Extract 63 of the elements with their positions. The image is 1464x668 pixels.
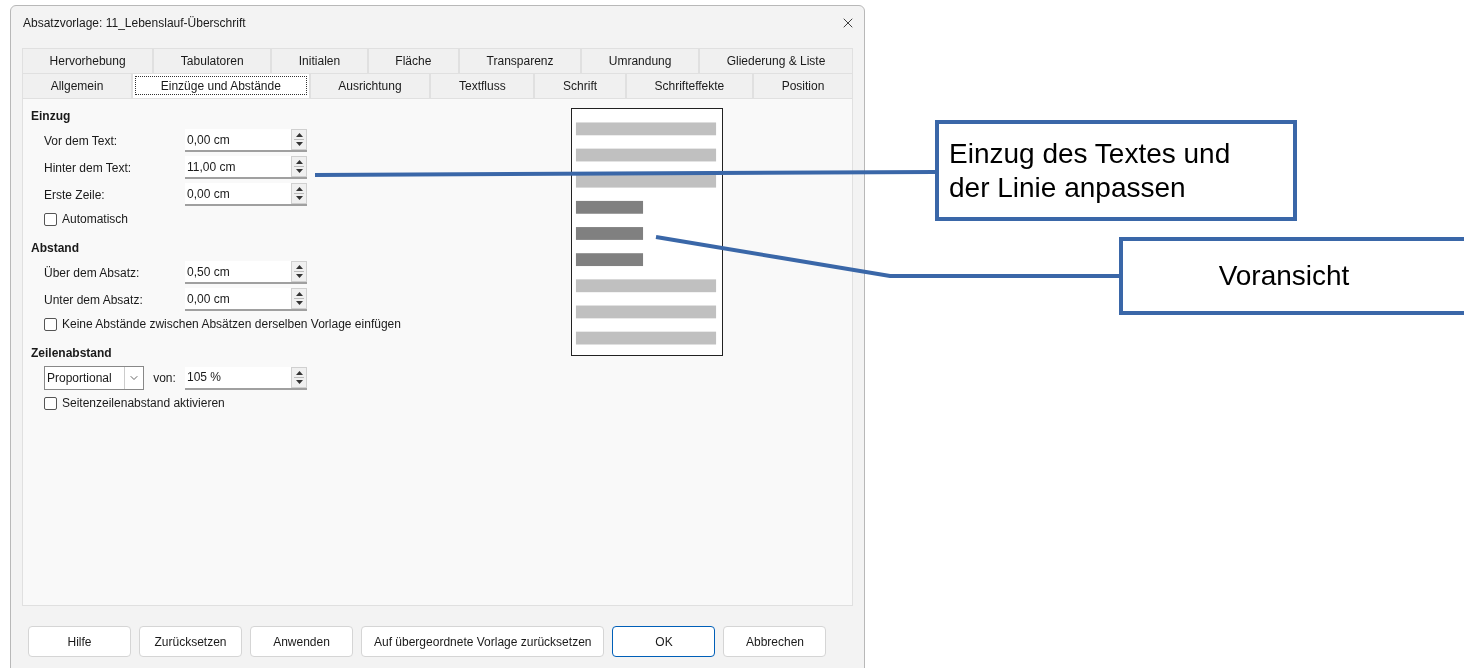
checkbox[interactable] <box>44 396 57 410</box>
callout: Voransicht <box>1119 237 1464 315</box>
section-heading: Abstand <box>31 240 80 257</box>
tab[interactable]: Ausrichtung <box>309 73 431 98</box>
dialog-button[interactable]: Abbrechen <box>723 626 827 657</box>
section-heading: Zeilenabstand <box>31 345 113 362</box>
dialog-button[interactable]: OK <box>612 626 716 657</box>
tab[interactable]: Schrifteffekte <box>625 73 753 98</box>
dialog-button[interactable]: Anwenden <box>250 626 353 657</box>
tab[interactable]: Einzüge und Abstände <box>132 73 310 98</box>
down-arrow-icon <box>295 379 303 384</box>
tab[interactable]: Schrift <box>534 73 626 98</box>
up-arrow-icon <box>295 133 303 137</box>
checkbox[interactable] <box>44 212 57 226</box>
checkbox[interactable] <box>44 317 57 331</box>
checkbox-label: Seitenzeilenabstand aktivieren <box>62 395 225 412</box>
down-arrow-icon <box>295 169 303 173</box>
number-field[interactable]: 11,00 cm <box>185 156 307 179</box>
tab[interactable]: Allgemein <box>22 73 133 98</box>
up-arrow-icon <box>295 187 303 191</box>
number-field[interactable]: 0,00 cm <box>185 288 307 311</box>
spin-buttons[interactable] <box>291 129 307 150</box>
up-arrow-icon <box>295 265 303 269</box>
dropdown[interactable]: Proportional <box>44 366 144 390</box>
field-label: von: <box>152 370 177 387</box>
dialog-button[interactable]: Auf übergeordnete Vorlage zurücksetzen <box>361 626 605 657</box>
down-arrow-icon <box>295 274 303 278</box>
up-arrow-icon <box>295 160 303 164</box>
down-arrow-icon <box>295 142 303 146</box>
section-heading: Einzug <box>31 108 72 125</box>
number-field[interactable]: 0,00 cm <box>185 129 307 152</box>
tab[interactable]: Transparenz <box>459 48 582 73</box>
tab[interactable]: Tabulatoren <box>153 48 272 73</box>
checkbox-label: Keine Abstände zwischen Absätzen derselben Vorlage einfügen <box>62 316 401 333</box>
spin-buttons[interactable] <box>291 156 307 177</box>
spin-buttons[interactable] <box>291 183 307 204</box>
up-arrow-icon <box>295 370 303 375</box>
tab[interactable]: Fläche <box>367 48 459 73</box>
tab[interactable]: Initialen <box>271 48 368 73</box>
spin-buttons[interactable] <box>291 261 307 282</box>
dialog-button[interactable]: Hilfe <box>28 626 131 657</box>
tab[interactable]: Textfluss <box>430 73 535 98</box>
tab[interactable]: Umrandung <box>581 48 700 73</box>
number-field[interactable]: 0,50 cm <box>185 261 307 284</box>
field-label: Über dem Absatz: <box>44 264 141 282</box>
spin-buttons[interactable] <box>291 366 307 388</box>
spin-buttons[interactable] <box>291 288 307 309</box>
field-label: Erste Zeile: <box>44 186 106 204</box>
down-arrow-icon <box>295 301 303 305</box>
number-field[interactable]: 0,00 cm <box>185 183 307 206</box>
field-label: Vor dem Text: <box>44 132 119 150</box>
down-arrow-icon <box>295 196 303 200</box>
tab[interactable]: Gliederung & Liste <box>699 48 853 73</box>
tab[interactable]: Hervorhebung <box>22 48 154 73</box>
up-arrow-icon <box>295 292 303 296</box>
field-label: Hinter dem Text: <box>44 159 133 177</box>
callout: Einzug des Textes und der Linie anpassen <box>935 120 1297 221</box>
dialog-button[interactable]: Zurücksetzen <box>139 626 242 657</box>
number-field[interactable]: 105 % <box>185 366 307 390</box>
checkbox-label: Automatisch <box>62 211 129 228</box>
field-label: Unter dem Absatz: <box>44 291 144 309</box>
tab[interactable]: Position <box>752 73 854 98</box>
window-title: Absatzvorlage: 11_Lebenslauf-Überschrift <box>23 15 247 32</box>
